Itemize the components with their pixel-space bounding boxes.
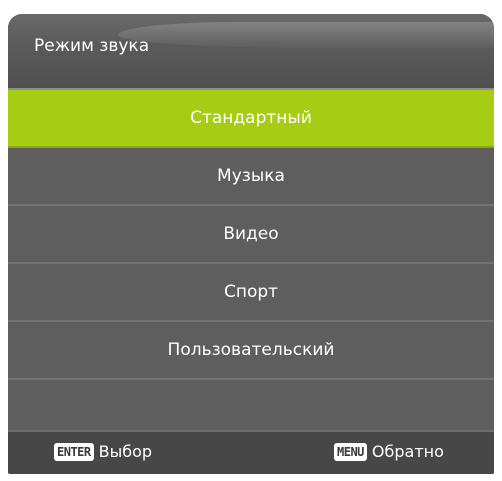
menu-key-badge: MENU bbox=[334, 442, 367, 461]
menu-key-label: Обратно bbox=[371, 442, 444, 461]
sound-mode-dialog: Режим звука Стандартный Музыка Видео Спо… bbox=[8, 14, 494, 474]
footer-hint-select: ENTER Выбор bbox=[54, 442, 152, 461]
dialog-header: Режим звука bbox=[8, 14, 494, 88]
menu-item-sport[interactable]: Спорт bbox=[8, 264, 494, 322]
enter-key-label: Выбор bbox=[98, 442, 153, 461]
menu-item-video[interactable]: Видео bbox=[8, 206, 494, 264]
dialog-footer: ENTER Выбор MENU Обратно bbox=[8, 430, 494, 474]
menu-item-music[interactable]: Музыка bbox=[8, 148, 494, 206]
tv-osd-screen: Режим звука Стандартный Музыка Видео Спо… bbox=[0, 0, 502, 481]
header-gloss-decoration bbox=[118, 22, 494, 48]
sound-mode-list: Стандартный Музыка Видео Спорт Пользоват… bbox=[8, 90, 494, 438]
dialog-title: Режим звука bbox=[34, 36, 150, 56]
menu-item-standard[interactable]: Стандартный bbox=[8, 90, 494, 148]
footer-hint-back: MENU Обратно bbox=[334, 442, 444, 461]
menu-item-user[interactable]: Пользовательский bbox=[8, 322, 494, 380]
enter-key-badge: ENTER bbox=[54, 442, 94, 461]
